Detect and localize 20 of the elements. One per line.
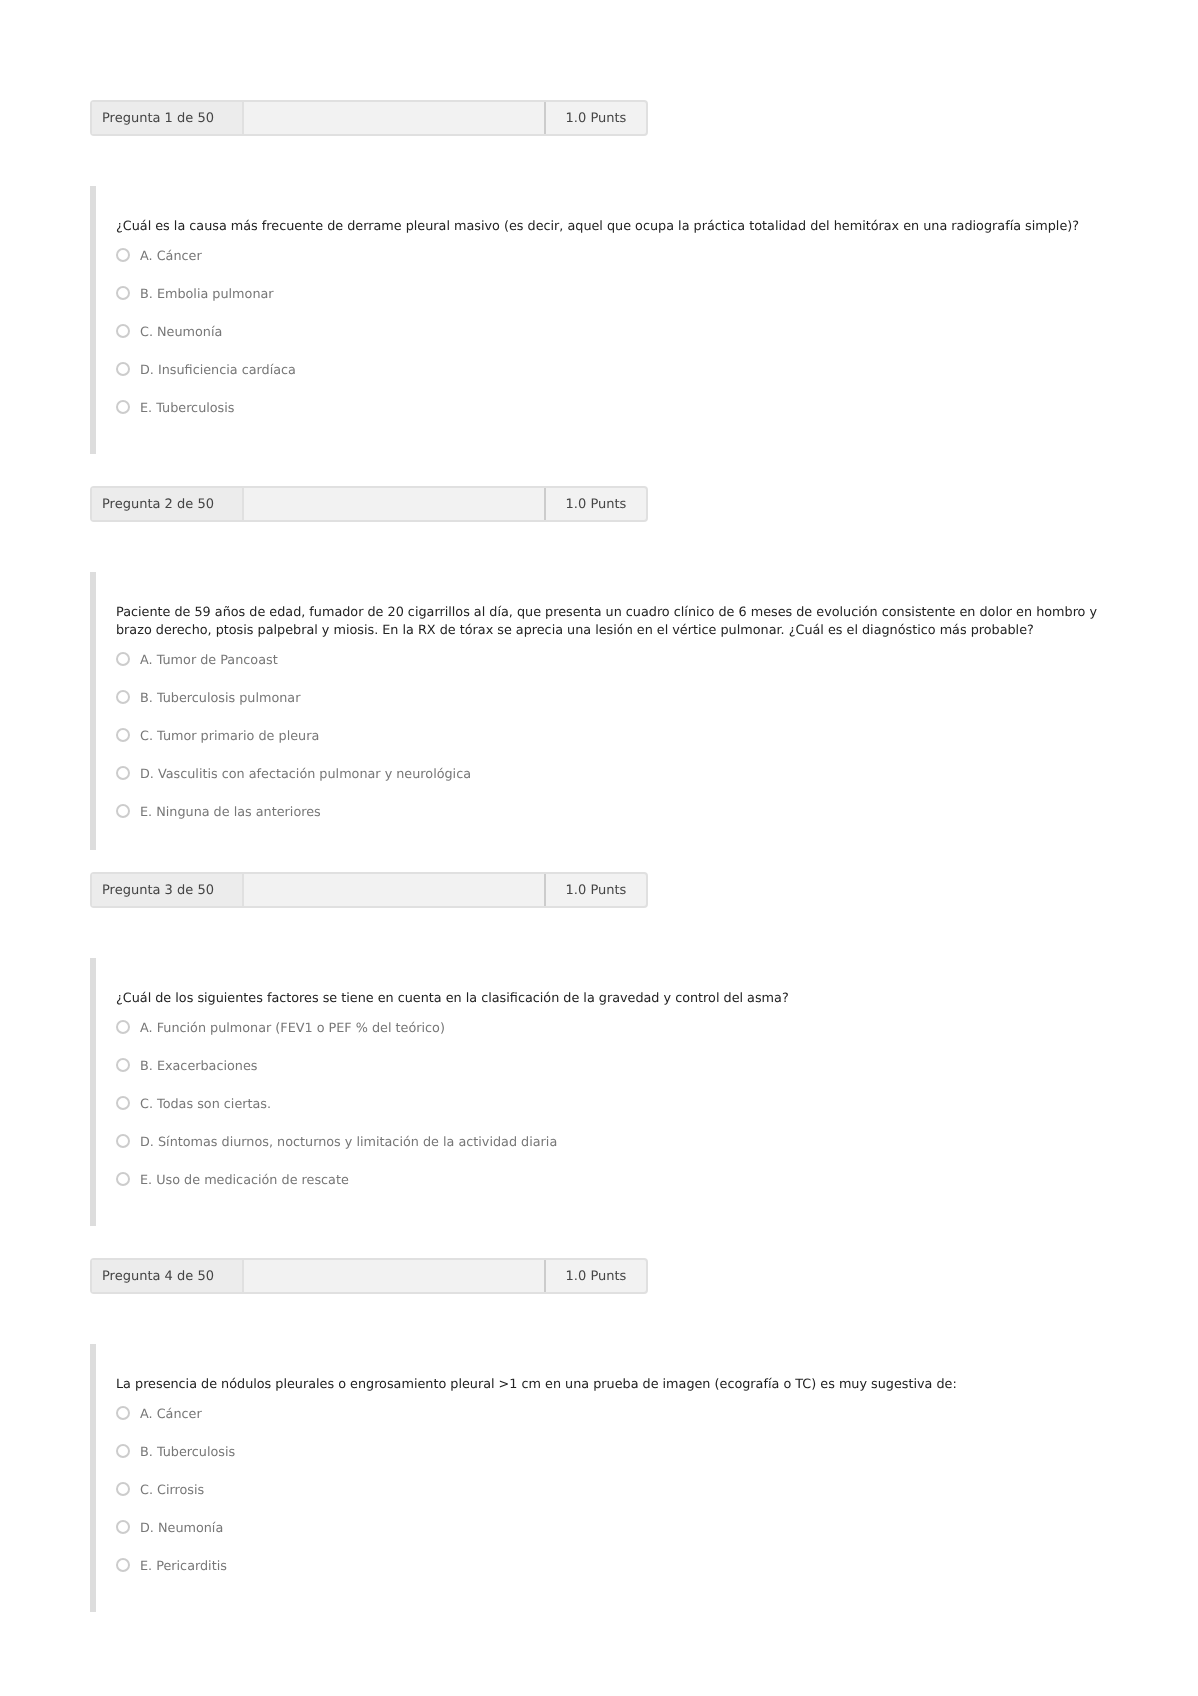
radio-button[interactable] <box>116 1482 130 1496</box>
radio-button[interactable] <box>116 1558 130 1572</box>
radio-button[interactable] <box>116 1406 130 1420</box>
radio-button[interactable] <box>116 690 130 704</box>
radio-button[interactable] <box>116 286 130 300</box>
radio-button[interactable] <box>116 766 130 780</box>
radio-button[interactable] <box>116 400 130 414</box>
radio-button[interactable] <box>116 1444 130 1458</box>
radio-button[interactable] <box>116 1058 130 1072</box>
radio-button[interactable] <box>116 248 130 262</box>
radio-button[interactable] <box>116 324 130 338</box>
radio-button[interactable] <box>116 362 130 376</box>
radio-button[interactable] <box>116 804 130 818</box>
radio-button[interactable] <box>116 1172 130 1186</box>
radio-button[interactable] <box>116 1134 130 1148</box>
radio-button[interactable] <box>116 728 130 742</box>
radio-button[interactable] <box>116 1520 130 1534</box>
radio-button[interactable] <box>116 1020 130 1034</box>
radio-button[interactable] <box>116 652 130 666</box>
radio-button[interactable] <box>116 1096 130 1110</box>
